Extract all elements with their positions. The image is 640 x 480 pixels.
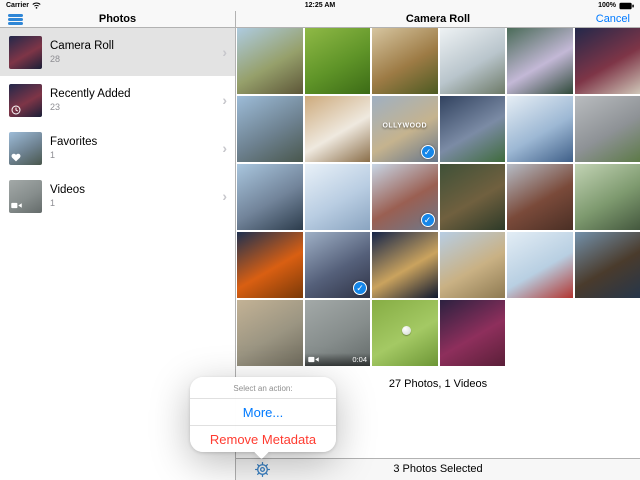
more-button[interactable]: More... xyxy=(190,398,336,425)
photo-thumbnail-green-leaves[interactable] xyxy=(305,28,371,94)
photo-thumbnail-deer[interactable] xyxy=(440,164,506,230)
album-count: 23 xyxy=(50,102,222,112)
photo-thumbnail-forest-path[interactable] xyxy=(575,164,640,230)
photo-thumbnail-clock-tower[interactable] xyxy=(440,232,506,298)
photo-thumbnail-tower-bridge[interactable] xyxy=(372,232,438,298)
photo-thumbnail-video-clip[interactable]: 0:04 xyxy=(305,300,371,366)
nav-row: Photos Camera Roll Cancel xyxy=(0,11,640,28)
selection-status: 3 Photos Selected xyxy=(236,459,640,480)
photo-thumbnail-building-facade[interactable] xyxy=(575,96,640,162)
selected-check-icon: ✓ xyxy=(421,145,435,159)
album-name: Camera Roll xyxy=(50,40,222,52)
sidebar-item-favorites[interactable]: Favorites 1 › xyxy=(0,124,235,172)
photo-thumbnail-purple-falls[interactable] xyxy=(507,28,573,94)
photo-thumbnail-city-road[interactable] xyxy=(237,300,303,366)
chevron-right-icon: › xyxy=(222,189,227,203)
sidebar-item-recently-added[interactable]: Recently Added 23 › xyxy=(0,76,235,124)
album-count: 28 xyxy=(50,54,222,64)
bottom-toolbar: 3 Photos Selected xyxy=(236,458,640,480)
photo-thumbnail-glacier-falls[interactable] xyxy=(440,28,506,94)
sidebar-item-camera-roll[interactable]: Camera Roll 28 › xyxy=(0,28,235,76)
action-sheet: Select an action: More... Remove Metadat… xyxy=(190,377,336,452)
page-title: Camera Roll xyxy=(236,11,640,27)
album-name: Videos xyxy=(50,184,222,196)
photo-thumbnail-oval-office[interactable] xyxy=(507,164,573,230)
wifi-icon xyxy=(32,2,41,9)
photo-thumbnail-white-dog[interactable] xyxy=(305,96,371,162)
golf-ball-highlight xyxy=(402,326,411,335)
sidebar-navbar: Photos xyxy=(0,11,236,28)
chevron-right-icon: › xyxy=(222,93,227,107)
photo-thumbnail-mountain-train[interactable] xyxy=(507,232,573,298)
photo-thumbnail-skydivers[interactable] xyxy=(440,96,506,162)
cancel-button[interactable]: Cancel xyxy=(596,11,630,27)
album-thumbnail xyxy=(9,180,42,213)
photo-thumbnail-hillside[interactable] xyxy=(237,28,303,94)
photo-thumbnail-tall-ship[interactable] xyxy=(575,232,640,298)
clock-badge-icon xyxy=(11,105,21,115)
album-thumbnail xyxy=(9,36,42,69)
video-overlay: 0:04 xyxy=(305,353,371,366)
album-thumbnail xyxy=(9,132,42,165)
photo-thumbnail-tokyo-station[interactable]: ✓ xyxy=(372,164,438,230)
photo-thumbnail-hollywood-sign[interactable]: OLLYWOOD ✓ xyxy=(372,96,438,162)
photo-thumbnail-snow-peak[interactable] xyxy=(507,96,573,162)
sidebar-item-videos[interactable]: Videos 1 › xyxy=(0,172,235,220)
photo-thumbnail-moss-waterfall[interactable] xyxy=(372,28,438,94)
video-camera-icon xyxy=(308,356,319,363)
status-bar: Carrier 12:25 AM 100% xyxy=(0,0,640,11)
video-duration: 0:04 xyxy=(352,355,367,364)
photo-thumbnail-snow-forest[interactable] xyxy=(305,164,371,230)
clock-label: 12:25 AM xyxy=(0,2,640,9)
album-thumbnail xyxy=(9,84,42,117)
photo-grid: OLLYWOOD ✓ ✓ xyxy=(236,28,640,366)
battery-percent-label: 100% xyxy=(598,2,616,9)
sidebar-title: Photos xyxy=(0,11,235,27)
photo-thumbnail-golf-ball[interactable] xyxy=(372,300,438,366)
photo-thumbnail-skyline-dusk[interactable]: ✓ xyxy=(305,232,371,298)
photo-thumbnail-buddha-statue[interactable] xyxy=(237,96,303,162)
photo-thumbnail-marina-bay[interactable] xyxy=(237,164,303,230)
chevron-right-icon: › xyxy=(222,45,227,59)
battery-icon xyxy=(619,2,634,10)
album-name: Recently Added xyxy=(50,88,222,100)
screen: Carrier 12:25 AM 100% Photos Camera Roll… xyxy=(0,0,640,480)
album-count: 1 xyxy=(50,198,222,208)
heart-badge-icon xyxy=(11,153,21,163)
video-badge-icon xyxy=(11,201,21,211)
chevron-right-icon: › xyxy=(222,141,227,155)
photo-thumbnail-times-square[interactable] xyxy=(575,28,640,94)
photo-thumbnail-night-crowd[interactable] xyxy=(440,300,506,366)
carrier-label: Carrier xyxy=(6,2,29,9)
remove-metadata-button[interactable]: Remove Metadata xyxy=(190,425,336,452)
album-count: 1 xyxy=(50,150,222,160)
album-name: Favorites xyxy=(50,136,222,148)
main-navbar: Camera Roll Cancel xyxy=(236,11,640,28)
photo-thumbnail-orange-car[interactable] xyxy=(237,232,303,298)
photo-overlay-text: OLLYWOOD xyxy=(372,122,438,129)
selected-check-icon: ✓ xyxy=(421,213,435,227)
action-sheet-header: Select an action: xyxy=(190,377,336,398)
selected-check-icon: ✓ xyxy=(353,281,367,295)
